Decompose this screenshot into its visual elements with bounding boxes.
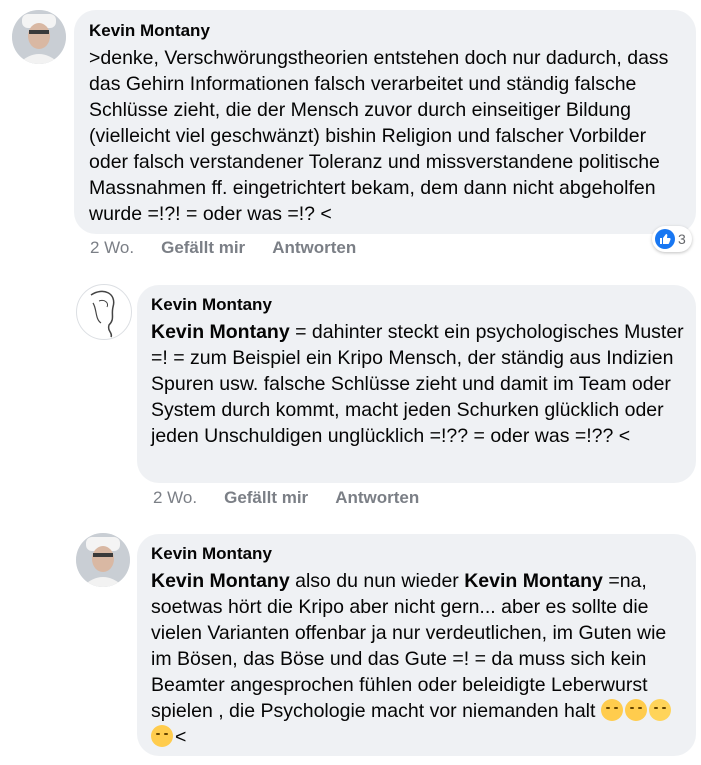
comment-author[interactable]: Kevin Montany [151,295,684,315]
comment-body: =na, soetwas hört die Kripo aber nicht g… [151,570,667,722]
tears-of-joy-icon [648,699,671,721]
worried-face-icon [624,699,647,721]
comment-bubble: Kevin Montany Kevin Montany = dahinter s… [137,285,696,483]
reaction-badge[interactable]: 3 [652,226,692,252]
comment-actions: 2 Wo. Gefällt mir Antworten [153,488,419,508]
mention-link[interactable]: Kevin Montany [464,570,603,592]
profile-photo-icon [76,533,130,587]
comment-timestamp[interactable]: 2 Wo. [153,488,197,508]
avatar[interactable] [76,533,130,587]
like-button[interactable]: Gefällt mir [224,488,308,508]
reply-button[interactable]: Antworten [335,488,419,508]
reply-button[interactable]: Antworten [272,238,356,258]
avatar[interactable] [76,284,132,340]
comment-body: also du nun wieder [289,570,465,592]
comment-text: Kevin Montany also du nun wieder Kevin M… [151,568,684,750]
comment-timestamp[interactable]: 2 Wo. [90,238,134,258]
avatar[interactable] [12,10,66,64]
comment-bubble: Kevin Montany >denke, Verschwörungstheor… [74,10,696,234]
thumbs-up-icon [655,229,675,249]
comment-text: >denke, Verschwörungstheorien entstehen … [89,47,669,225]
comment-tail: < [175,726,187,748]
comment-actions: 2 Wo. Gefällt mir Antworten [90,238,356,258]
comment-author[interactable]: Kevin Montany [151,544,684,564]
like-button[interactable]: Gefällt mir [161,238,245,258]
reaction-count: 3 [678,231,686,247]
comment-author[interactable]: Kevin Montany [89,21,680,41]
upside-down-face-icon [151,725,173,747]
comment-bubble: Kevin Montany Kevin Montany also du nun … [137,534,696,756]
profile-photo-icon [12,10,66,64]
mention-link[interactable]: Kevin Montany [151,321,290,343]
sketch-face-icon [90,290,115,338]
comment-text: Kevin Montany = dahinter steckt ein psyc… [151,319,684,449]
relieved-face-icon [600,699,623,721]
mention-link[interactable]: Kevin Montany [151,570,290,592]
